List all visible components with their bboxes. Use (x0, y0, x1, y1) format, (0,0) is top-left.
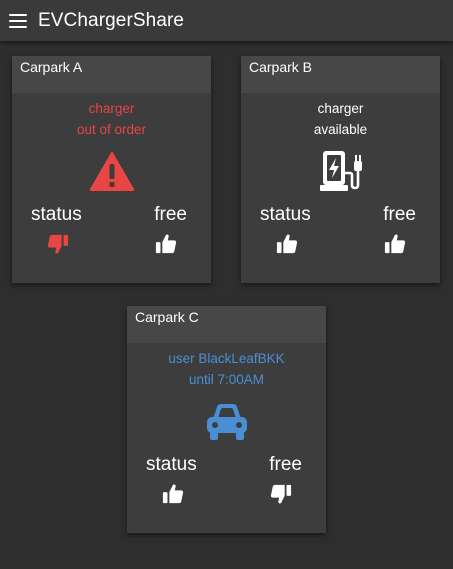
thumb-down-icon[interactable] (47, 233, 69, 255)
card-title: Carpark A (12, 56, 211, 93)
thumb-up-icon[interactable] (276, 233, 298, 255)
card-message: charger out of order (12, 98, 211, 140)
free-label: free (383, 204, 416, 225)
thumb-up-icon[interactable] (162, 483, 184, 505)
status-label: status (146, 454, 197, 475)
message-line-2: until 7:00AM (188, 372, 265, 387)
thumb-down-icon[interactable] (270, 483, 292, 505)
ev-charger-icon (319, 151, 362, 191)
message-line-2: out of order (76, 122, 147, 137)
thumb-up-icon[interactable] (384, 233, 406, 255)
message-line-1: charger (317, 101, 364, 116)
carpark-card-a[interactable]: Carpark A charger out of order status fr… (12, 56, 211, 283)
card-title: Carpark C (127, 306, 326, 343)
app-bar: EVChargerShare (0, 0, 453, 41)
status-label: status (260, 204, 311, 225)
card-title: Carpark B (241, 56, 440, 93)
status-label: status (31, 204, 82, 225)
thumb-up-icon[interactable] (155, 233, 177, 255)
car-icon (206, 404, 247, 440)
card-message: charger available (241, 98, 440, 140)
menu-icon[interactable] (9, 13, 27, 28)
message-line-2: available (313, 122, 368, 137)
card-message: user BlackLeafBKK until 7:00AM (127, 348, 326, 390)
warning-icon (89, 151, 134, 191)
free-label: free (154, 204, 187, 225)
carpark-card-c[interactable]: Carpark C user BlackLeafBKK until 7:00AM… (127, 306, 326, 533)
free-label: free (269, 454, 302, 475)
message-line-1: charger (88, 101, 135, 116)
app-title: EVChargerShare (38, 9, 185, 31)
message-line-1: user BlackLeafBKK (168, 351, 285, 366)
carpark-card-b[interactable]: Carpark B charger available status free (241, 56, 440, 283)
